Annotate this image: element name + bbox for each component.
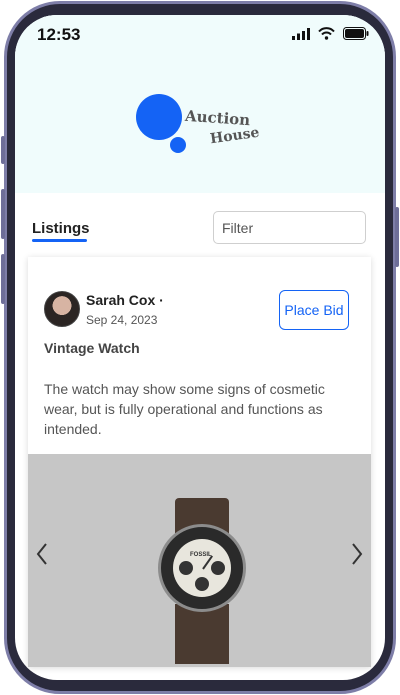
avatar[interactable]: [44, 291, 80, 327]
tab-listings[interactable]: Listings: [32, 220, 90, 237]
volume-down-button: [1, 254, 5, 304]
listing-card[interactable]: Sarah Cox · Sep 24, 2023 Place Bid Vinta…: [28, 257, 371, 667]
screen: Auction House 12:53 Listings Filter Sara…: [15, 15, 385, 680]
watch-subdial-bottom: [195, 577, 209, 591]
mute-button: [1, 136, 5, 164]
seller-suffix: ·: [159, 292, 164, 308]
battery-icon: [343, 27, 369, 40]
listing-date: Sep 24, 2023: [86, 313, 158, 327]
power-button: [395, 207, 399, 267]
status-bar: 12:53: [15, 15, 385, 53]
status-time: 12:53: [37, 25, 81, 44]
tab-active-indicator: [32, 239, 87, 242]
volume-up-button: [1, 189, 5, 239]
logo-text-house: House: [209, 124, 261, 148]
chevron-left-icon[interactable]: [34, 541, 50, 567]
logo-circle-small: [170, 137, 186, 153]
listing-description: The watch may show some signs of cosmeti…: [44, 381, 325, 437]
chevron-right-icon[interactable]: [349, 541, 365, 567]
filter-input[interactable]: [213, 211, 366, 244]
listing-image[interactable]: FOSSIL: [28, 454, 371, 667]
place-bid-button[interactable]: Place Bid: [279, 290, 349, 330]
signal-icon: [292, 27, 310, 40]
watch-case: FOSSIL: [158, 524, 246, 612]
wifi-icon: [318, 27, 335, 40]
listing-title: Vintage Watch: [44, 340, 140, 356]
watch-strap-bottom: [175, 604, 229, 664]
watch-subdial-right: [211, 561, 225, 575]
seller-name[interactable]: Sarah Cox ·: [86, 292, 164, 308]
logo-text-auction: Auction: [184, 106, 251, 130]
status-icons: [292, 27, 369, 40]
watch-subdial-left: [179, 561, 193, 575]
watch-brand-text: FOSSIL: [190, 552, 212, 558]
logo-circle-large: [136, 94, 182, 140]
watch-face: FOSSIL: [173, 539, 231, 597]
seller-name-text: Sarah Cox: [86, 292, 156, 308]
